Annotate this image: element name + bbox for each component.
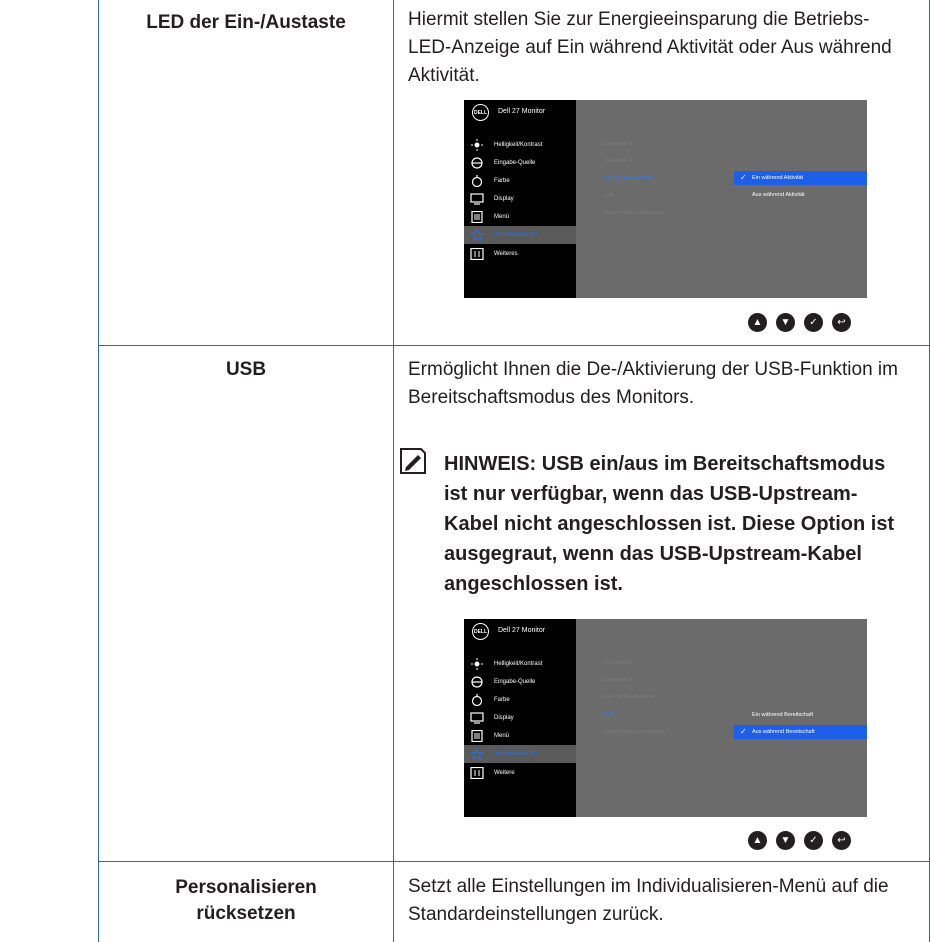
osd-menu-item-brightness: Helligkeit/Kontrast bbox=[464, 655, 576, 673]
osd-menu-item-menu: Menü bbox=[464, 727, 576, 745]
osd-menu-label: Menü bbox=[494, 214, 510, 220]
osd-menu-item-brightness: Helligkeit/Kontrast bbox=[464, 136, 576, 154]
check-icon: ✓ bbox=[804, 313, 823, 332]
table-border bbox=[98, 0, 99, 942]
osd-menu-label: Helligkeit/Kontrast bbox=[494, 661, 543, 667]
table-border bbox=[98, 861, 930, 862]
others-settings-icon bbox=[470, 248, 484, 260]
star-icon bbox=[470, 229, 484, 241]
checkmark-icon: ✓ bbox=[740, 727, 747, 736]
table-border bbox=[393, 0, 394, 942]
osd-menu-item-input: Eingabe-Quelle bbox=[464, 673, 576, 691]
osd-menu-label: Weitere bbox=[494, 770, 515, 776]
osd-submenu-item: Personalisieren rücksetzen ? bbox=[604, 729, 669, 735]
osd-option-label: Ein während Bereitschaft bbox=[752, 712, 814, 718]
osd-menu-item-display: Display bbox=[464, 190, 576, 208]
osd-menu-label: Weiteres bbox=[494, 251, 518, 257]
osd-option: Aus während Aktivität bbox=[734, 188, 867, 202]
row-label-usb: USB bbox=[225, 359, 267, 380]
osd-brand: DELL Dell 27 Monitor bbox=[472, 623, 584, 645]
up-arrow-icon: ▲ bbox=[748, 831, 767, 850]
input-arrow-icon bbox=[471, 676, 483, 688]
osd-submenu-item: Personalisieren rücksetzen bbox=[604, 210, 665, 216]
monitor-icon bbox=[470, 712, 484, 724]
table-border bbox=[98, 345, 930, 346]
osd-option-label: Aus während Aktivität bbox=[752, 192, 805, 198]
row-label-led-power-button: LED der Ein-/Austaste bbox=[146, 12, 346, 33]
checkmark-icon: ✓ bbox=[740, 173, 747, 182]
monitor-icon bbox=[470, 193, 484, 205]
note-text-usb: HINWEIS: USB ein/aus im Bereitschaftsmod… bbox=[444, 453, 895, 595]
osd-menu-item-menu: Menü bbox=[464, 208, 576, 226]
osd-menu-item-personalize: Individualisieren bbox=[464, 745, 576, 763]
osd-submenu-item: Direkttaste 1 bbox=[604, 141, 633, 147]
osd-menu-label: Eingabe-Quelle bbox=[494, 679, 536, 685]
star-icon bbox=[470, 748, 484, 760]
osd-submenu-item: LED der Ein-/Austaste bbox=[604, 694, 654, 700]
others-settings-icon bbox=[470, 767, 484, 779]
nav-buttons: ▲ ▼ ✓ ↩ bbox=[748, 313, 868, 333]
row-description-usb: Ermöglicht Ihnen die De-/Aktivierung der… bbox=[408, 359, 898, 408]
row-label-personalize-reset: Personalisieren rücksetzen bbox=[100, 875, 392, 927]
osd-menu-screenshot-2: DELL Dell 27 Monitor Helligkeit/Kontrast… bbox=[464, 619, 867, 817]
menu-list-icon bbox=[471, 211, 483, 223]
osd-menu-item-others: Weitere bbox=[464, 764, 576, 782]
up-arrow-icon: ▲ bbox=[748, 313, 767, 332]
osd-option-label: Aus während Bereitschaft bbox=[752, 729, 815, 735]
sun-icon bbox=[471, 658, 483, 670]
osd-submenu-item-selected: LED der Ein-/Austaste bbox=[604, 175, 654, 181]
row-label-line: rücksetzen bbox=[196, 903, 296, 924]
color-palette-icon bbox=[471, 175, 483, 187]
osd-menu-item-personalize: Individualisieren bbox=[464, 226, 576, 244]
pencil-note-icon bbox=[400, 448, 426, 474]
osd-menu-item-display: Display bbox=[464, 709, 576, 727]
osd-option-selected: ✓ Aus während Bereitschaft bbox=[734, 725, 867, 739]
color-palette-icon bbox=[471, 694, 483, 706]
osd-menu-item-input: Eingabe-Quelle bbox=[464, 154, 576, 172]
row-label-line: Personalisieren bbox=[175, 877, 317, 898]
osd-submenu-item: Direkttaste 2 bbox=[604, 677, 633, 683]
osd-submenu-item-selected: USB bbox=[604, 712, 615, 718]
osd-brand: DELL Dell 27 Monitor bbox=[472, 104, 584, 126]
osd-option-selected: ✓ Ein während Aktivität bbox=[734, 171, 867, 185]
osd-menu-label: Farbe bbox=[494, 178, 510, 184]
row-description-personalize-reset: Setzt alle Einstellungen im Individualis… bbox=[408, 876, 889, 925]
osd-menu-item-color: Farbe bbox=[464, 172, 576, 190]
osd-menu-label: Eingabe-Quelle bbox=[494, 160, 536, 166]
osd-menu-screenshot-1: DELL Dell 27 Monitor Helligkeit/Kontrast… bbox=[464, 100, 867, 298]
dell-logo: DELL bbox=[472, 623, 489, 640]
osd-menu-item-color: Farbe bbox=[464, 691, 576, 709]
osd-submenu-item: Direkttaste 2 bbox=[604, 158, 633, 164]
osd-option-label: Ein während Aktivität bbox=[752, 175, 804, 181]
osd-menu-label: Display bbox=[494, 196, 514, 202]
osd-menu-label: Individualisieren bbox=[494, 751, 538, 757]
check-icon: ✓ bbox=[804, 831, 823, 850]
back-icon: ↩ bbox=[832, 831, 851, 850]
back-icon: ↩ bbox=[832, 313, 851, 332]
osd-menu-label: Individualisieren bbox=[494, 232, 538, 238]
row-description-led-power-button: Hiermit stellen Sie zur Energieeinsparun… bbox=[408, 9, 892, 86]
nav-buttons: ▲ ▼ ✓ ↩ bbox=[748, 831, 868, 851]
osd-model-name: Dell 27 Monitor bbox=[498, 108, 546, 115]
down-arrow-icon: ▼ bbox=[776, 313, 795, 332]
down-arrow-icon: ▼ bbox=[776, 831, 795, 850]
osd-menu-item-others: Weiteres bbox=[464, 245, 576, 263]
osd-model-name: Dell 27 Monitor bbox=[498, 627, 546, 634]
osd-menu-label: Display bbox=[494, 715, 514, 721]
osd-option: Ein während Bereitschaft bbox=[734, 708, 867, 722]
osd-menu-label: Menü bbox=[494, 733, 510, 739]
osd-menu-label: Helligkeit/Kontrast bbox=[494, 142, 543, 148]
menu-list-icon bbox=[471, 730, 483, 742]
osd-submenu-item: Direkttaste 1 bbox=[604, 660, 633, 666]
document-page: LED der Ein-/Austaste Hiermit stellen Si… bbox=[0, 0, 930, 942]
input-arrow-icon bbox=[471, 157, 483, 169]
osd-menu-label: Farbe bbox=[494, 697, 510, 703]
sun-icon bbox=[471, 139, 483, 151]
dell-logo: DELL bbox=[472, 104, 489, 121]
osd-submenu-item: USB bbox=[604, 193, 615, 199]
